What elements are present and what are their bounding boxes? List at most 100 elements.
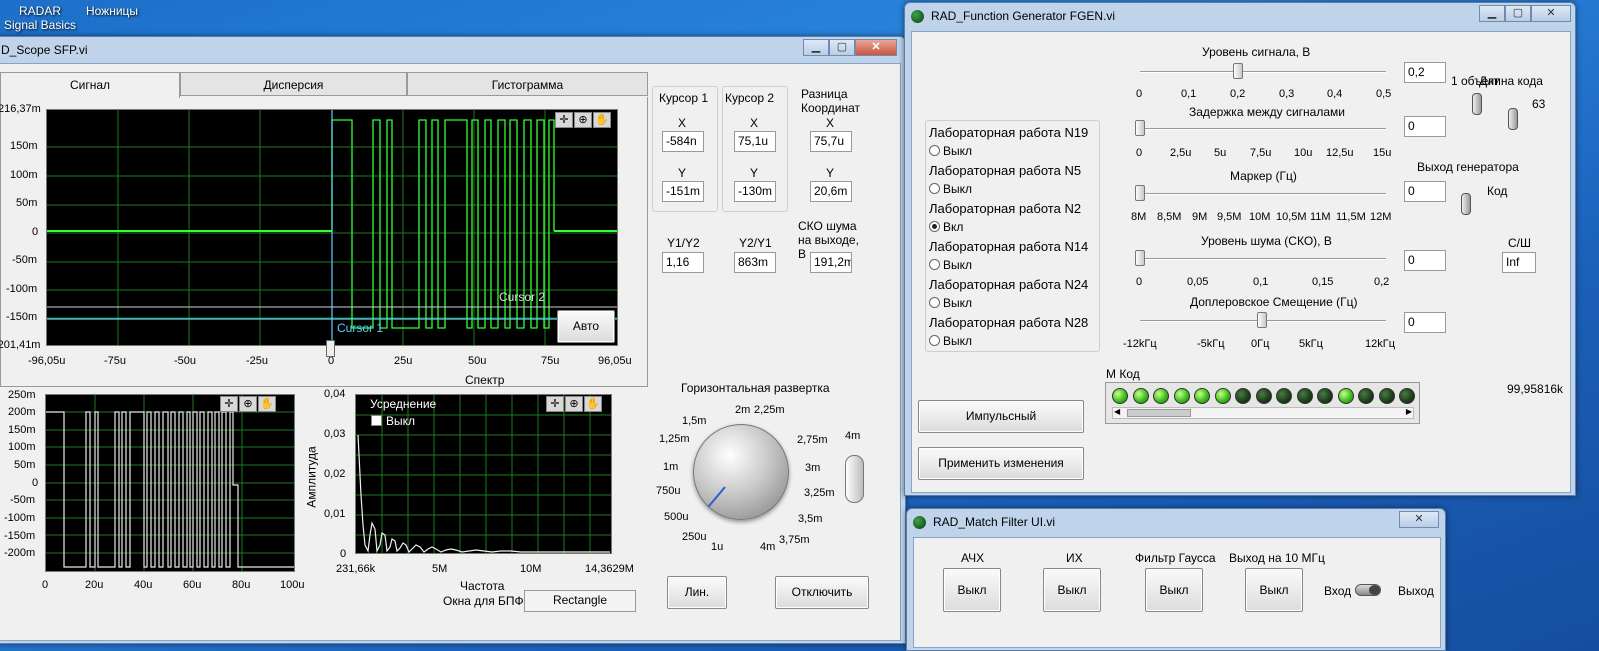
spectrum-toolbar: ✛ ⊕ ✋	[546, 396, 602, 412]
marker-thumb[interactable]	[1135, 185, 1145, 201]
crosshair-icon[interactable]: ✛	[220, 396, 238, 412]
pan-hand-icon[interactable]: ✋	[593, 112, 611, 128]
diff-title: Разница Координат	[801, 87, 860, 115]
close-button[interactable]: ✕	[1399, 511, 1439, 528]
knob-pointer	[707, 486, 726, 508]
diff-y-value: 20,6m	[810, 181, 852, 202]
mcode-led	[1255, 388, 1272, 404]
tab-dispersion[interactable]: Дисперсия	[180, 72, 407, 96]
auto-button[interactable]: Авто	[557, 310, 615, 343]
linear-button[interactable]: Лин.	[667, 576, 727, 609]
main-x-tick: 96,05u	[598, 355, 632, 367]
crosshair-icon[interactable]: ✛	[546, 396, 564, 412]
small-y-tick: 250m	[8, 389, 36, 401]
main-y-tick: 100m	[10, 169, 38, 181]
afc-button[interactable]: Выкл	[943, 568, 1001, 612]
delay-tick: 12,5u	[1326, 147, 1354, 159]
marker-tick: 10,5M	[1276, 211, 1307, 223]
noise-level-input[interactable]: 0	[1404, 250, 1446, 271]
signal-level-thumb[interactable]	[1233, 63, 1243, 79]
cursor-slider-thumb[interactable]	[326, 340, 335, 357]
pan-hand-icon[interactable]: ✋	[258, 396, 276, 412]
scroll-thumb[interactable]	[1127, 409, 1191, 417]
gauss-button[interactable]: Выкл	[1145, 568, 1203, 612]
signal-level-input[interactable]: 0,2	[1404, 62, 1446, 83]
main-x-tick: -50u	[174, 355, 197, 367]
small-y-tick: 0	[32, 477, 39, 489]
zoom-icon[interactable]: ⊕	[574, 112, 592, 128]
maximize-button[interactable]: ▢	[1505, 5, 1531, 22]
tab-signal[interactable]: Сигнал	[0, 72, 180, 98]
lab-state: Вкл	[943, 220, 964, 234]
delay-input[interactable]: 0	[1404, 116, 1446, 137]
scroll-left-icon[interactable]: ◀	[1114, 407, 1120, 416]
tab-histogram[interactable]: Гистограмма	[407, 72, 648, 96]
averaging-checkbox[interactable]	[371, 415, 382, 426]
impulse-button[interactable]: Импульсный	[918, 400, 1084, 433]
small-y-tick: 100m	[8, 441, 36, 453]
marker-input[interactable]: 0	[1404, 181, 1446, 202]
pan-hand-icon[interactable]: ✋	[584, 396, 602, 412]
lab-label: Лабораторная работа N28	[929, 315, 1089, 330]
zoom-icon[interactable]: ⊕	[239, 396, 257, 412]
small-time-plot[interactable]: ✛ ⊕ ✋	[45, 394, 295, 572]
sweep-toggle[interactable]	[845, 455, 864, 503]
delay-thumb[interactable]	[1135, 120, 1145, 136]
noise-level-tick: 0	[1136, 276, 1143, 288]
small-time-svg	[46, 395, 294, 571]
lab-radio[interactable]	[929, 259, 940, 270]
averaging-value: Выкл	[386, 414, 416, 428]
mcode-scrollbar[interactable]: ◀ ▶	[1112, 407, 1414, 419]
knob-tick: 250u	[682, 531, 707, 543]
c2-y-value: -130m	[734, 181, 776, 202]
signal-level-tick: 0	[1136, 88, 1143, 100]
doppler-input[interactable]: 0	[1404, 312, 1446, 333]
close-button[interactable]: ✕	[1531, 5, 1571, 22]
scroll-right-icon[interactable]: ▶	[1406, 407, 1412, 416]
minimize-button[interactable]: ▁	[803, 39, 829, 56]
signal-level-tick: 0,3	[1279, 88, 1295, 100]
lab-radio[interactable]	[929, 297, 940, 308]
spectrum-y-tick: 0,04	[324, 388, 346, 400]
code-length-toggle[interactable]	[1508, 108, 1518, 130]
doppler-thumb[interactable]	[1257, 312, 1267, 328]
sweep-knob[interactable]	[693, 424, 789, 520]
gen-output-toggle[interactable]	[1461, 193, 1471, 215]
minimize-button[interactable]: ▁	[1479, 5, 1505, 22]
small-y-tick: -100m	[4, 512, 36, 524]
knob-tick: 2,75m	[797, 434, 828, 446]
close-button[interactable]: ✕	[855, 39, 897, 56]
main-y-tick: 216,37m	[0, 103, 41, 115]
noise-value: 191,2m	[810, 252, 852, 273]
desktop-icon-scissors[interactable]: Ножницы	[82, 4, 142, 18]
spectrum-plot[interactable]: ✛ ⊕ ✋ Усреднение Выкл	[355, 394, 612, 554]
main-x-tick: 50u	[468, 355, 487, 367]
lab-radio[interactable]	[929, 221, 940, 232]
out10-button[interactable]: Выкл	[1245, 568, 1303, 612]
main-scope-plot[interactable]: Cursor 2 Cursor 1 ✛ ⊕ ✋ Авто	[46, 109, 618, 346]
lab-radio[interactable]	[929, 145, 940, 156]
input-output-toggle[interactable]	[1355, 584, 1381, 596]
lab-radio[interactable]	[929, 335, 940, 346]
main-y-tick: -201,41m	[0, 339, 41, 351]
c2-x-value: 75,1u	[734, 131, 776, 152]
noise-level-thumb[interactable]	[1135, 250, 1145, 266]
ir-button[interactable]: Выкл	[1043, 568, 1101, 612]
lab-radio[interactable]	[929, 183, 940, 194]
signal-level-tick: 0,2	[1230, 88, 1246, 100]
knob-tick: 3,75m	[779, 534, 810, 546]
ir-label: ИХ	[1066, 551, 1083, 565]
fft-window-select[interactable]: Rectangle	[524, 590, 636, 612]
small-x-tick: 40u	[134, 579, 153, 591]
desktop-icon-radar[interactable]: RADAR Signal Basics	[0, 4, 80, 32]
marker-track	[1140, 193, 1386, 195]
one-object-toggle[interactable]	[1472, 93, 1482, 115]
crosshair-icon[interactable]: ✛	[555, 112, 573, 128]
zoom-icon[interactable]: ⊕	[565, 396, 583, 412]
knob-tick: 3m	[805, 462, 821, 474]
doppler-tick: 5kГц	[1299, 338, 1323, 350]
disable-button[interactable]: Отключить	[775, 576, 869, 609]
delay-tick: 5u	[1214, 147, 1227, 159]
apply-changes-button[interactable]: Применить изменения	[918, 447, 1084, 480]
maximize-button[interactable]: ▢	[829, 39, 855, 56]
